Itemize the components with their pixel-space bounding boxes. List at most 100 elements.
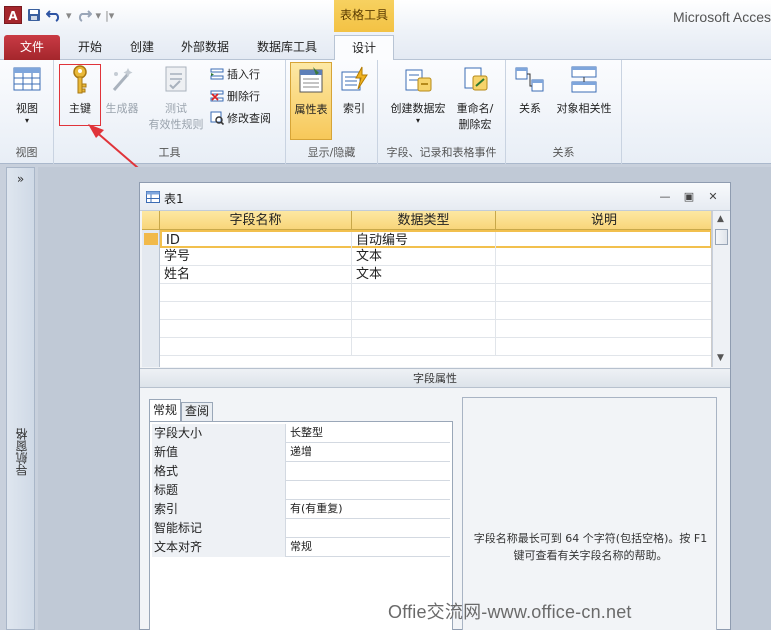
object-dependencies-icon xyxy=(571,66,597,93)
property-row[interactable]: 索引 有(有重复) xyxy=(152,500,450,519)
property-value[interactable] xyxy=(286,481,450,500)
modify-lookups-button[interactable]: 修改查阅 xyxy=(210,110,271,126)
ribbon-tab-row: 文件 开始 创建 外部数据 数据库工具 设计 xyxy=(0,32,771,61)
tab-general[interactable]: 常规 xyxy=(149,399,182,421)
restore-icon[interactable]: ▣ xyxy=(682,190,696,203)
tab-lookup[interactable]: 查阅 xyxy=(181,402,214,421)
field-name-cell[interactable]: 姓名 xyxy=(160,266,352,284)
property-value[interactable]: 常规 xyxy=(286,538,450,557)
undo-icon[interactable] xyxy=(46,7,62,23)
relationships-button[interactable]: 关系 xyxy=(512,64,548,116)
test-rules-label-1: 测试 xyxy=(165,102,187,115)
tab-external-data[interactable]: 外部数据 xyxy=(176,35,234,60)
redo-icon[interactable] xyxy=(76,7,92,23)
scroll-down-icon[interactable]: ▼ xyxy=(717,353,724,363)
group-label-relationships: 关系 xyxy=(552,146,575,159)
grid-vertical-scrollbar[interactable]: ▲ ▼ xyxy=(712,211,730,367)
table-row-empty[interactable] xyxy=(160,284,711,302)
property-value[interactable] xyxy=(286,519,450,538)
property-value[interactable]: 有(有重复) xyxy=(286,500,450,519)
relationships-icon xyxy=(515,67,544,92)
dropdown-arrow-icon[interactable]: ▾ xyxy=(66,9,72,22)
view-button[interactable]: 视图 ▾ xyxy=(8,64,46,125)
rename-delete-macro-button[interactable]: 重命名/ 删除宏 xyxy=(452,64,498,132)
indexes-button[interactable]: 索引 xyxy=(336,64,372,116)
tab-file[interactable]: 文件 xyxy=(4,35,60,60)
delete-rows-button[interactable]: 删除行 xyxy=(210,88,260,104)
validation-rules-icon xyxy=(165,66,187,92)
quick-access-toolbar: A ▾ ▾ |▾ xyxy=(4,6,114,24)
property-row[interactable]: 新值 递增 xyxy=(152,443,450,462)
property-value[interactable]: 长整型 xyxy=(286,424,450,443)
scroll-up-icon[interactable]: ▲ xyxy=(717,214,724,224)
property-key: 智能标记 xyxy=(152,519,286,538)
field-name-cell[interactable]: 学号 xyxy=(160,248,352,266)
navigation-pane[interactable]: » 导航窗格 xyxy=(6,167,35,630)
datasheet-view-icon xyxy=(13,67,41,91)
context-group-table-tools: 表格工具 xyxy=(334,0,394,32)
object-dependencies-button[interactable]: 对象相关性 xyxy=(550,64,618,116)
property-row[interactable]: 标题 xyxy=(152,481,450,500)
row-selector-column xyxy=(142,230,160,367)
description-cell[interactable] xyxy=(496,248,711,266)
group-relationships: 关系 对象相关性 关系 xyxy=(506,60,622,164)
property-sheet-label: 属性表 xyxy=(294,103,328,116)
column-header-description[interactable]: 说明 xyxy=(496,211,711,230)
rename-macro-icon xyxy=(464,67,488,91)
help-text: 字段名称最长可到 64 个字符(包括空格)。按 F1 键可查看有关字段名称的帮助… xyxy=(473,532,708,562)
property-row[interactable]: 文本对齐 常规 xyxy=(152,538,450,557)
property-key: 字段大小 xyxy=(152,424,286,443)
lookup-icon xyxy=(210,111,224,125)
scroll-thumb[interactable] xyxy=(715,229,728,245)
table-row[interactable]: ID 自动编号 xyxy=(160,230,711,250)
table-row-empty[interactable] xyxy=(160,320,711,338)
group-show-hide: 属性表 索引 显示/隐藏 xyxy=(286,60,378,164)
group-views: 视图 ▾ 视图 xyxy=(0,60,54,164)
chevron-down-icon: ▾ xyxy=(24,116,29,125)
table-row[interactable]: 学号 文本 xyxy=(160,248,711,266)
property-row[interactable]: 格式 xyxy=(152,462,450,481)
insert-rows-button[interactable]: 插入行 xyxy=(210,66,260,82)
nav-pane-label: 导航窗格 xyxy=(15,428,29,476)
column-header-data-type[interactable]: 数据类型 xyxy=(352,211,496,230)
table-row[interactable]: 姓名 文本 xyxy=(160,266,711,284)
insert-rows-icon xyxy=(210,68,224,80)
group-field-record-events: 创建数据宏 ▾ 重命名/ 删除宏 字段、记录和表格事件 xyxy=(378,60,506,164)
expand-nav-icon[interactable]: » xyxy=(7,172,34,186)
chevron-down-icon: ▾ xyxy=(415,116,420,125)
access-app-icon[interactable]: A xyxy=(4,6,22,24)
description-cell[interactable] xyxy=(496,266,711,284)
rename-macro-label-2: 删除宏 xyxy=(458,118,492,131)
property-row[interactable]: 字段大小 长整型 xyxy=(152,424,450,443)
document-title: 表1 xyxy=(164,192,184,206)
create-data-macros-button[interactable]: 创建数据宏 ▾ xyxy=(386,64,450,125)
view-label: 视图 xyxy=(16,102,38,115)
tab-create[interactable]: 创建 xyxy=(124,35,160,60)
customize-qat-icon[interactable]: |▾ xyxy=(105,9,114,22)
select-all-corner[interactable] xyxy=(142,211,160,230)
tab-home[interactable]: 开始 xyxy=(72,35,108,60)
data-type-cell[interactable]: 文本 xyxy=(352,266,496,284)
dropdown-arrow-icon[interactable]: ▾ xyxy=(96,9,102,22)
tab-database-tools[interactable]: 数据库工具 xyxy=(252,35,322,60)
property-row[interactable]: 智能标记 xyxy=(152,519,450,538)
save-icon[interactable] xyxy=(26,7,42,23)
tab-design[interactable]: 设计 xyxy=(334,35,394,61)
table-design-window: 表1 — ▣ ✕ 字段名称 数据类型 说明 ID 自动编号 学号 文本 姓名 文… xyxy=(139,182,731,630)
data-type-cell[interactable]: 文本 xyxy=(352,248,496,266)
table-row-empty[interactable] xyxy=(160,302,711,320)
property-value[interactable] xyxy=(286,462,450,481)
rename-macro-label-1: 重命名/ xyxy=(456,102,494,115)
group-label-views: 视图 xyxy=(15,146,38,159)
table-row-empty[interactable] xyxy=(160,338,711,356)
insert-rows-label: 插入行 xyxy=(227,68,260,81)
minimize-icon[interactable]: — xyxy=(658,190,672,203)
document-title-bar: 表1 — ▣ ✕ xyxy=(140,183,730,211)
primary-key-row-icon[interactable] xyxy=(144,233,158,245)
data-macro-icon xyxy=(405,69,432,92)
property-value[interactable]: 递增 xyxy=(286,443,450,462)
close-icon[interactable]: ✕ xyxy=(706,190,720,203)
builder-button[interactable]: 生成器 xyxy=(102,64,142,116)
column-header-field-name[interactable]: 字段名称 xyxy=(160,211,352,230)
property-sheet-button[interactable]: 属性表 xyxy=(290,62,332,140)
